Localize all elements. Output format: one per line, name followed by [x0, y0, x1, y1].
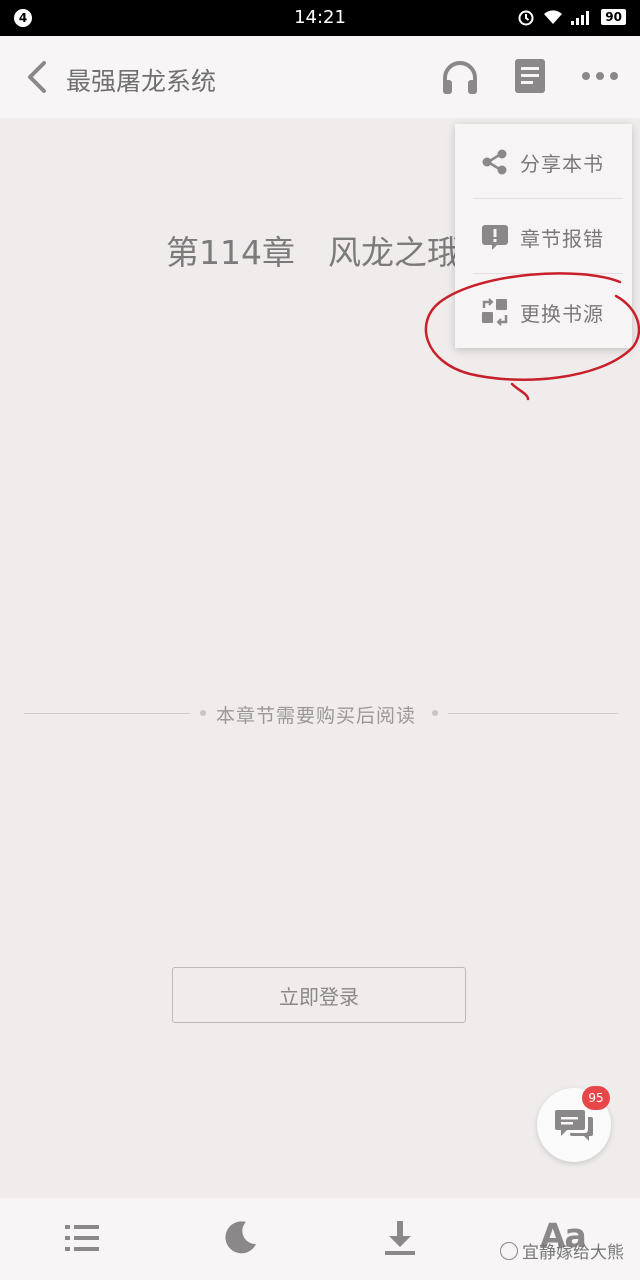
divider-dot-left	[200, 710, 206, 716]
book-title: 最强屠龙系统	[66, 67, 217, 96]
status-icons: 90	[517, 8, 626, 26]
chapter-title: 第114章 风龙之珴	[166, 233, 460, 272]
battery-level: 90	[601, 9, 626, 25]
night-mode-icon[interactable]	[220, 1218, 260, 1258]
watermark: 宜静嫁给大熊	[500, 1238, 624, 1263]
status-bar: 4 14:21 90	[0, 0, 640, 36]
bottom-toolbar: Aa 宜静嫁给大熊	[0, 1198, 640, 1280]
purchase-notice-row: 本章节需要购买后阅读	[24, 700, 618, 728]
purchase-notice: 本章节需要购买后阅读	[216, 705, 417, 727]
wifi-icon	[544, 10, 563, 24]
more-options-icon[interactable]	[580, 66, 620, 86]
catalog-icon[interactable]	[62, 1218, 102, 1258]
chat-badge: 95	[582, 1086, 610, 1110]
divider-line-right	[448, 713, 618, 714]
headphones-icon[interactable]	[440, 58, 480, 96]
divider-line-left	[24, 713, 190, 714]
report-error-icon	[482, 225, 508, 250]
signal-icon	[571, 11, 590, 25]
chat-bubble-icon	[555, 1110, 593, 1141]
login-button[interactable]: 立即登录	[172, 967, 466, 1023]
menu-item-label: 分享本书	[520, 152, 604, 176]
menu-item-label: 章节报错	[520, 227, 604, 251]
menu-item-share[interactable]: 分享本书	[455, 124, 632, 198]
app-bar: 最强屠龙系统	[0, 36, 640, 118]
share-icon	[482, 149, 507, 175]
back-arrow-icon[interactable]	[22, 60, 54, 94]
watermark-text: 宜静嫁给大熊	[522, 1243, 624, 1263]
table-of-contents-icon[interactable]	[514, 58, 546, 94]
download-icon[interactable]	[380, 1218, 420, 1258]
red-annotation-circle	[424, 272, 640, 401]
alarm-icon	[518, 10, 534, 26]
divider-dot-right	[432, 710, 438, 716]
wechat-logo-icon	[500, 1241, 518, 1260]
